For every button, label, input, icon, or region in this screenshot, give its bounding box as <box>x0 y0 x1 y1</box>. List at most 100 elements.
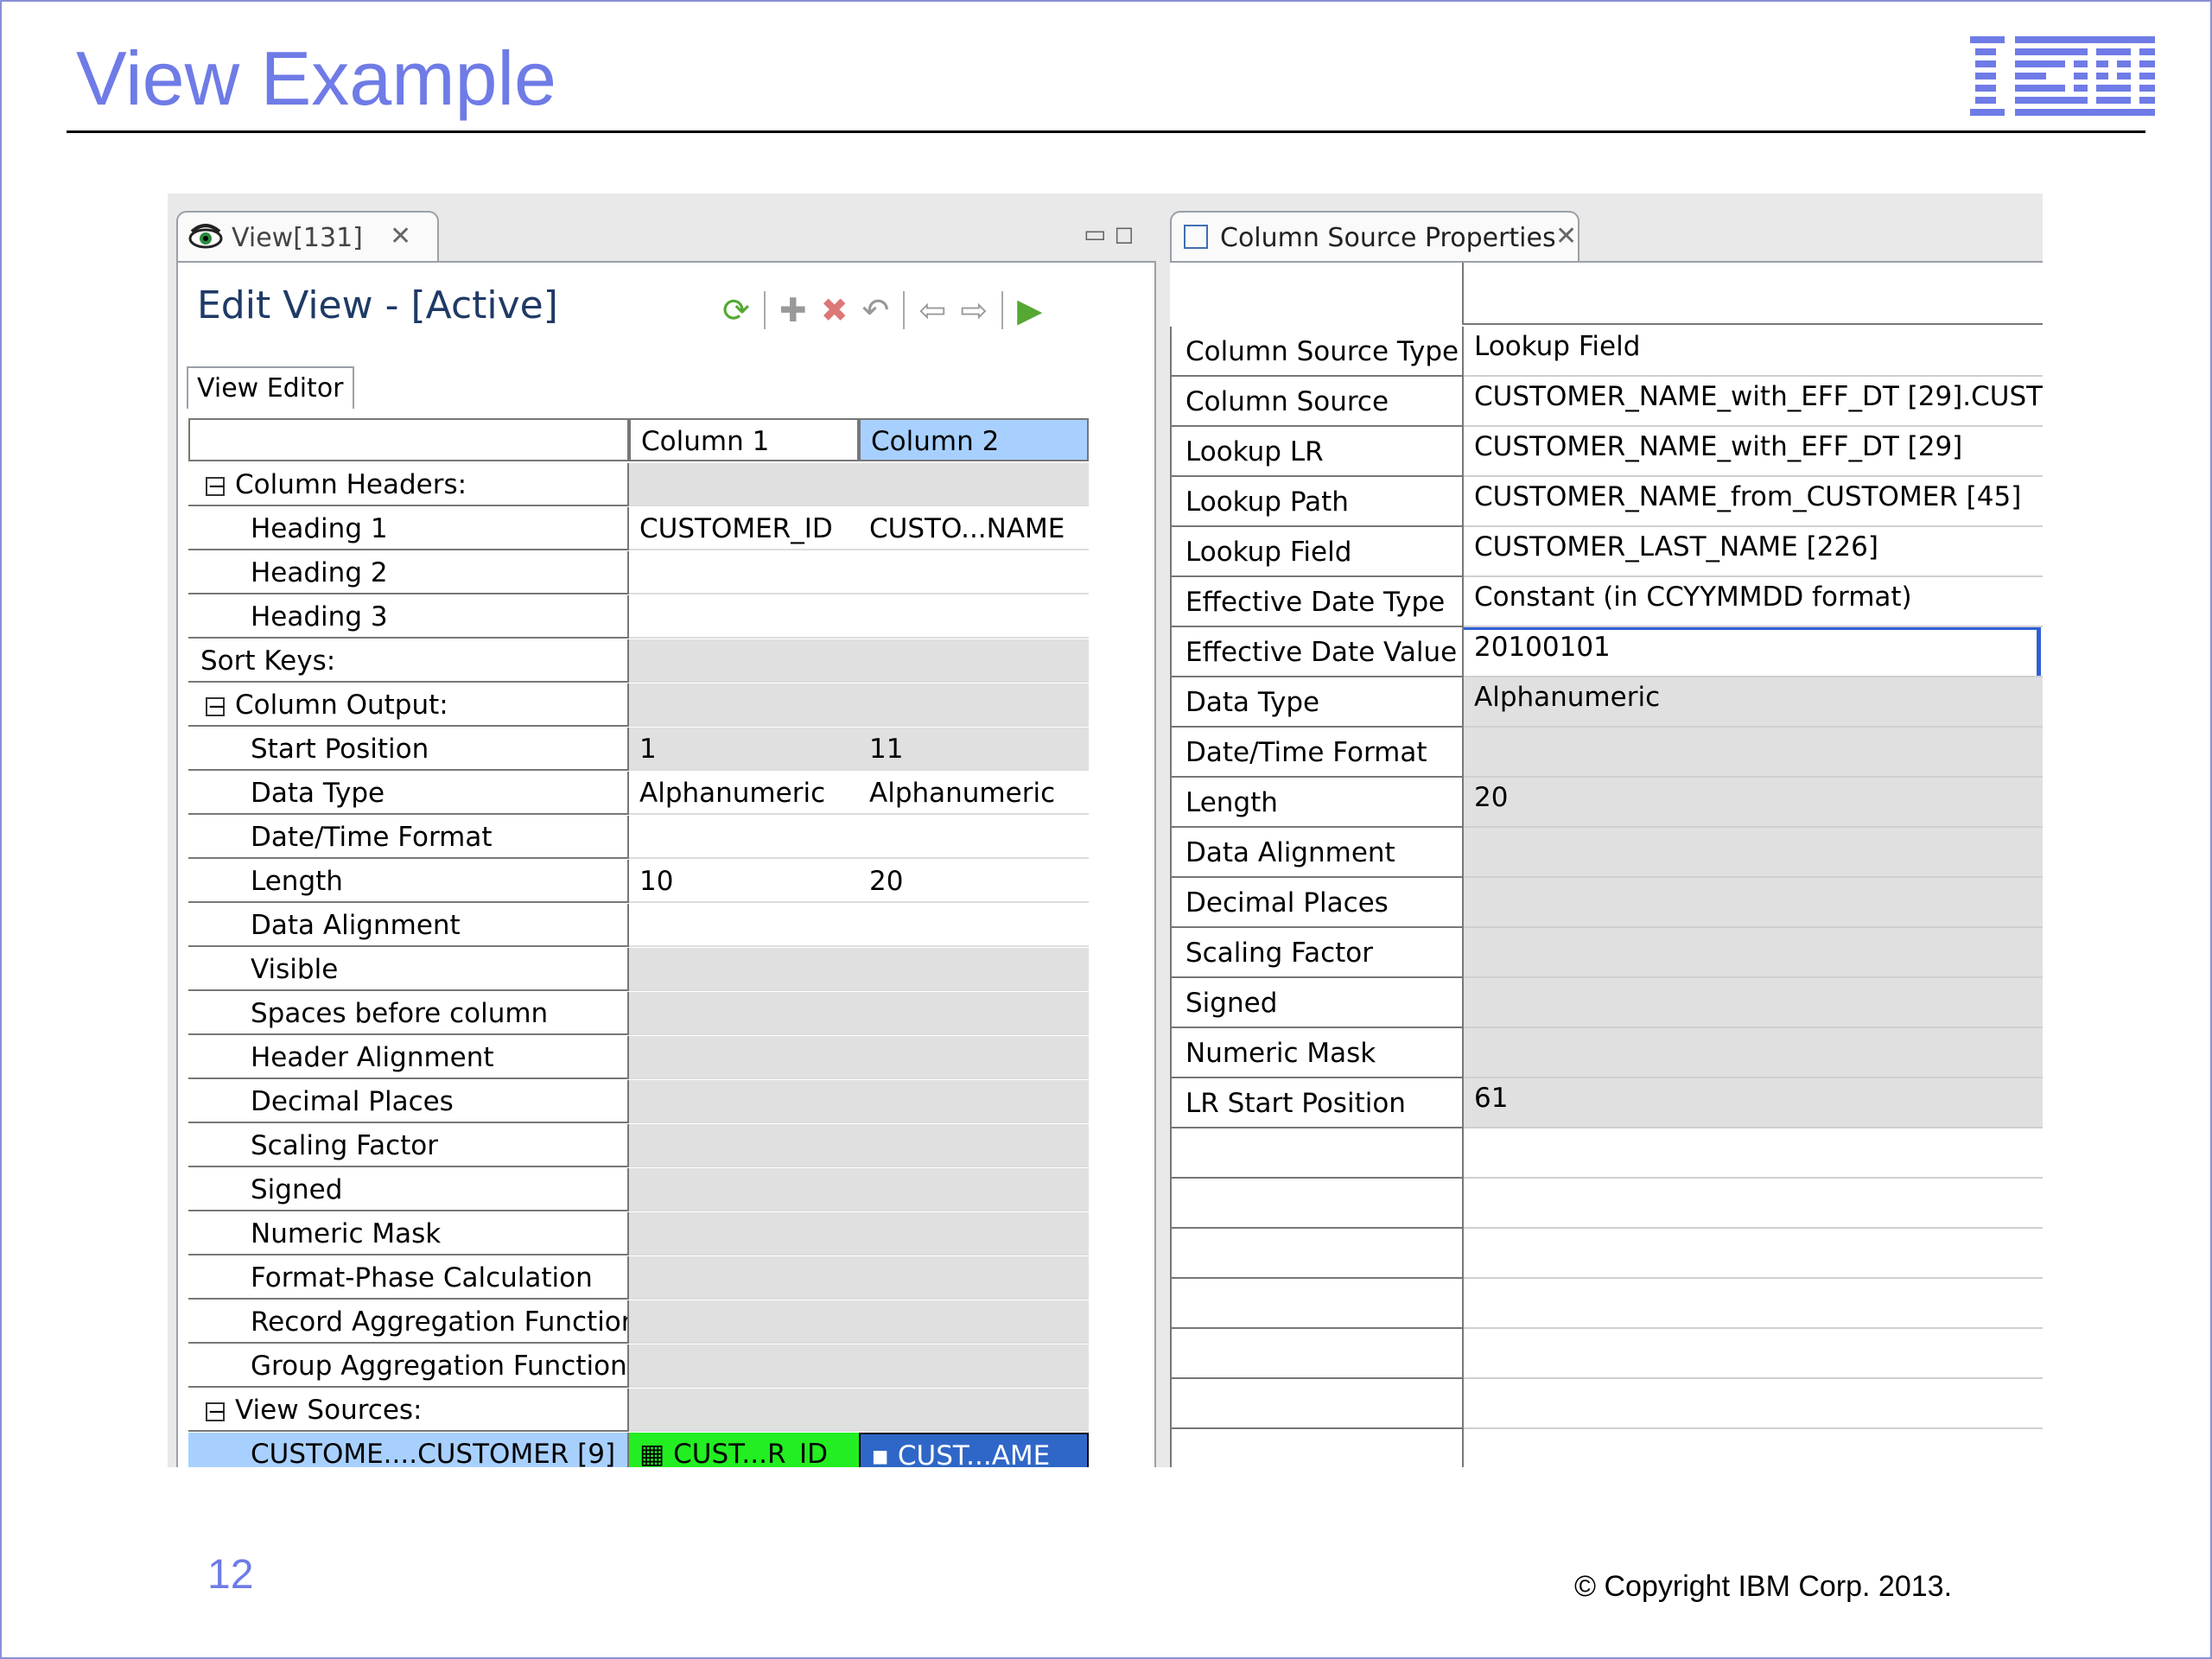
grid-row-label[interactable]: Record Aggregation Function <box>188 1300 629 1344</box>
grid-cell[interactable] <box>629 1256 859 1300</box>
view-editor-subtab[interactable]: View Editor <box>187 366 354 409</box>
grid-cell[interactable]: ▦ CUST...R_ID <box>629 1433 859 1467</box>
grid-cell[interactable] <box>859 992 1089 1035</box>
grid-row-label[interactable]: Spaces before column <box>188 992 629 1035</box>
grid-row-label[interactable]: Sort Keys: <box>188 639 629 683</box>
grid-row-label[interactable]: Decimal Places <box>188 1080 629 1123</box>
property-value[interactable] <box>1464 978 2043 1028</box>
grid-cell[interactable]: CUSTO...NAME <box>859 507 1089 550</box>
grid-cell[interactable]: 1 <box>629 728 859 771</box>
property-value[interactable]: 20 <box>1464 778 2043 828</box>
minimize-maximize-icons[interactable]: ▭ ◻ <box>1084 219 1135 248</box>
property-row[interactable]: Numeric Mask <box>1170 1028 2043 1078</box>
grid-row-label[interactable]: Heading 1 <box>188 507 629 550</box>
grid-row-label[interactable]: Data Type <box>188 772 629 815</box>
property-value[interactable]: Constant (in CCYYMMDD format) <box>1464 577 2043 627</box>
grid-cell[interactable] <box>859 551 1089 594</box>
add-icon[interactable]: ✚ <box>779 291 807 329</box>
view-tab[interactable]: View[131] ✕ <box>176 211 439 263</box>
grid-row-label[interactable]: Scaling Factor <box>188 1124 629 1167</box>
property-value[interactable]: CUSTOMER_LAST_NAME [226] <box>1464 527 2043 577</box>
property-value[interactable] <box>1464 1028 2043 1078</box>
run-icon[interactable]: ▶ <box>1017 291 1042 329</box>
property-row[interactable]: Signed <box>1170 978 2043 1028</box>
close-icon[interactable]: ✕ <box>390 221 411 251</box>
property-row[interactable]: Effective Date Type Constant (in CCYYMMDD… <box>1170 577 2043 627</box>
grid-cell[interactable]: 10 <box>629 860 859 903</box>
grid-column-header[interactable]: Column 1 <box>629 418 859 461</box>
grid-cell[interactable] <box>859 948 1089 991</box>
grid-row-label[interactable]: Header Alignment <box>188 1036 629 1079</box>
grid-row-label[interactable]: Start Position <box>188 728 629 771</box>
grid-row-label[interactable]: Heading 2 <box>188 551 629 594</box>
grid-row-label[interactable]: Data Alignment <box>188 904 629 947</box>
collapse-icon[interactable]: − <box>206 696 226 718</box>
grid-cell[interactable]: CUSTOMER_ID <box>629 507 859 550</box>
property-value[interactable]: CUSTOMER_NAME_with_EFF_DT [29] <box>1464 427 2043 477</box>
grid-cell[interactable] <box>629 948 859 991</box>
property-value[interactable]: Alphanumeric <box>1464 677 2043 728</box>
grid-cell[interactable] <box>629 1212 859 1255</box>
grid-cell[interactable] <box>629 683 859 727</box>
grid-cell[interactable] <box>629 1344 859 1388</box>
property-value[interactable] <box>1464 878 2043 928</box>
delete-icon[interactable]: ✖ <box>821 291 849 329</box>
grid-cell[interactable] <box>859 683 1089 727</box>
property-row[interactable]: Data Alignment <box>1170 828 2043 878</box>
grid-cell[interactable] <box>859 904 1089 947</box>
grid-row-label[interactable]: Length <box>188 860 629 903</box>
grid-cell[interactable] <box>629 1300 859 1344</box>
grid-cell[interactable] <box>629 904 859 947</box>
grid-cell[interactable] <box>859 1300 1089 1344</box>
grid-row-label[interactable]: Visible <box>188 948 629 991</box>
grid-cell[interactable] <box>859 1124 1089 1167</box>
grid-cell[interactable]: Alphanumeric <box>629 772 859 815</box>
property-row[interactable]: Lookup Field CUSTOMER_LAST_NAME [226] <box>1170 527 2043 577</box>
grid-row-label[interactable]: − Column Output: <box>188 683 629 727</box>
grid-row-label[interactable]: Signed <box>188 1168 629 1211</box>
grid-cell[interactable] <box>859 1389 1089 1432</box>
grid-cell[interactable] <box>629 1389 859 1432</box>
grid-cell[interactable]: 20 <box>859 860 1089 903</box>
collapse-icon[interactable]: − <box>206 475 226 498</box>
grid-row-label[interactable]: − Column Headers: <box>188 463 629 506</box>
grid-cell[interactable] <box>859 595 1089 639</box>
grid-row-label[interactable]: Heading 3 <box>188 595 629 639</box>
property-row[interactable]: LR Start Position 61 <box>1170 1078 2043 1128</box>
arrow-left-icon[interactable]: ⇦ <box>918 291 946 329</box>
grid-column-header[interactable]: Column 2 <box>859 418 1089 461</box>
grid-cell[interactable] <box>629 1124 859 1167</box>
grid-row-label[interactable]: CUSTOME....CUSTOMER [9] <box>188 1433 629 1467</box>
grid-row-label[interactable]: Format-Phase Calculation <box>188 1256 629 1300</box>
grid-row-label[interactable]: Group Aggregation Function <box>188 1344 629 1388</box>
property-value[interactable]: 20100101 <box>1464 627 2043 677</box>
property-row[interactable]: Data Type Alphanumeric <box>1170 677 2043 728</box>
property-row[interactable]: Decimal Places <box>1170 878 2043 928</box>
property-value[interactable]: CUSTOMER_NAME_from_CUSTOMER [45] <box>1464 477 2043 527</box>
grid-cell[interactable]: 11 <box>859 728 1089 771</box>
grid-cell[interactable] <box>859 463 1089 506</box>
grid-cell[interactable] <box>859 1212 1089 1255</box>
grid-cell[interactable] <box>629 816 859 859</box>
property-row[interactable]: Lookup LR CUSTOMER_NAME_with_EFF_DT [29] <box>1170 427 2043 477</box>
grid-cell[interactable] <box>629 551 859 594</box>
grid-cell[interactable]: ▪ CUST...AME <box>859 1433 1089 1467</box>
refresh-icon[interactable]: ⟳ <box>722 291 750 329</box>
grid-cell[interactable] <box>629 1080 859 1123</box>
property-row[interactable]: Length 20 <box>1170 778 2043 828</box>
undo-icon[interactable]: ↶ <box>862 291 890 329</box>
arrow-right-icon[interactable]: ⇨ <box>960 291 988 329</box>
property-row[interactable]: Column Source Type Lookup Field <box>1170 327 2043 377</box>
grid-cell[interactable]: Alphanumeric <box>859 772 1089 815</box>
property-row[interactable]: Scaling Factor <box>1170 928 2043 978</box>
grid-cell[interactable] <box>629 1036 859 1079</box>
property-row[interactable]: Date/Time Format <box>1170 728 2043 778</box>
property-row[interactable]: Effective Date Value 20100101 <box>1170 627 2043 677</box>
property-value[interactable]: Lookup Field <box>1464 327 2043 377</box>
grid-cell[interactable] <box>859 1036 1089 1079</box>
grid-cell[interactable] <box>629 992 859 1035</box>
properties-tab[interactable]: Column Source Properties ✕ <box>1170 211 1580 263</box>
grid-cell[interactable] <box>859 639 1089 683</box>
grid-cell[interactable] <box>629 463 859 506</box>
collapse-icon[interactable]: − <box>206 1401 226 1423</box>
